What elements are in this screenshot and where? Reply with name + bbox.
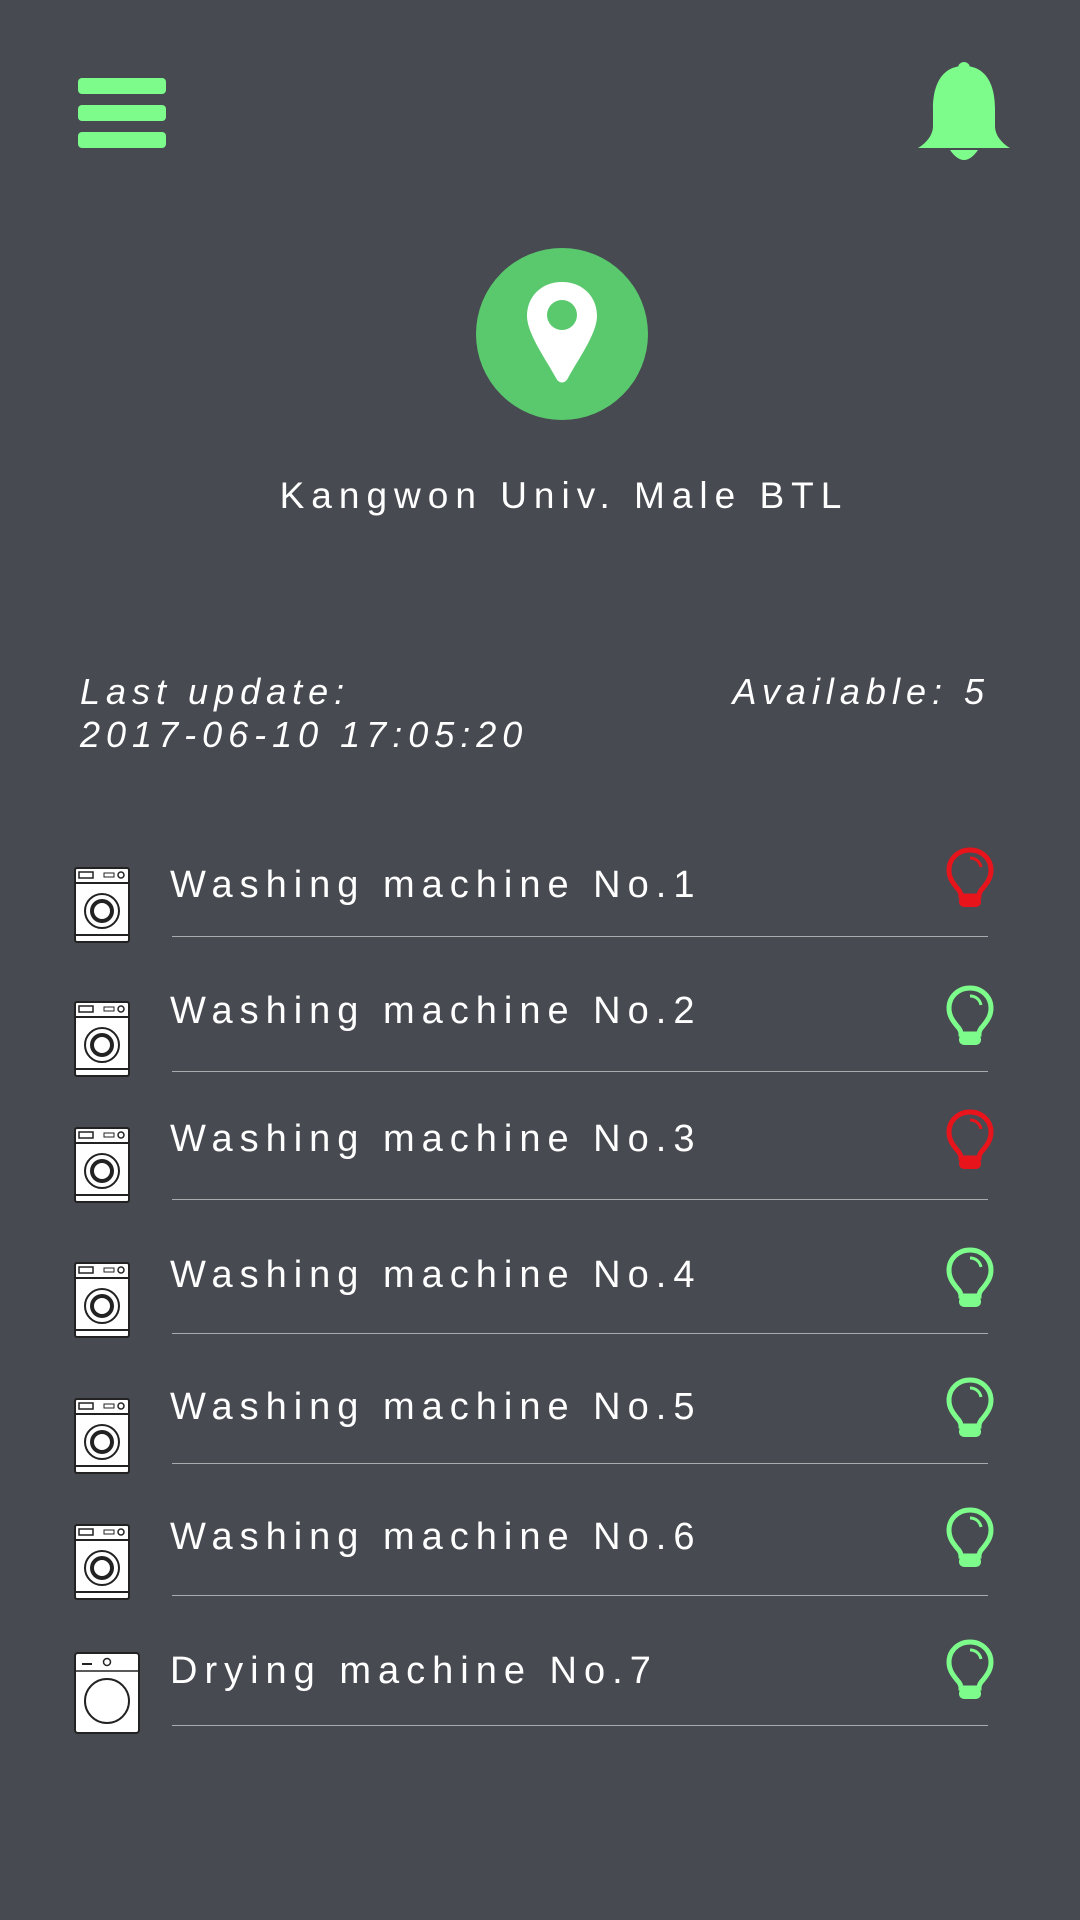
location-badge <box>476 248 648 420</box>
machine-label: Washing machine No.5 <box>170 1386 702 1428</box>
lightbulb-icon <box>946 847 994 907</box>
divider <box>172 1725 988 1726</box>
divider <box>172 1463 988 1464</box>
available-count: Available: 5 <box>732 671 990 712</box>
washing-machine-icon <box>74 1127 130 1203</box>
washing-machine-icon <box>74 1001 130 1077</box>
list-item[interactable]: Washing machine No.6 <box>0 1496 1080 1616</box>
washing-machine-icon <box>74 1524 130 1600</box>
location-name: Kangwon Univ. Male BTL <box>279 475 849 516</box>
menu-button[interactable] <box>78 78 166 150</box>
menu-bar <box>78 132 166 148</box>
washing-machine-icon <box>74 1262 130 1338</box>
machine-label: Washing machine No.2 <box>170 990 702 1032</box>
lightbulb-icon <box>946 1377 994 1437</box>
last-update: Last update: 2017-06-10 17:05:20 <box>80 670 528 756</box>
divider <box>172 936 988 937</box>
lightbulb-icon <box>946 985 994 1045</box>
map-pin-icon <box>527 282 597 383</box>
menu-bar <box>78 78 166 94</box>
lightbulb-icon <box>946 1109 994 1169</box>
list-item[interactable]: Washing machine No.2 <box>0 976 1080 1096</box>
last-update-label: Last update: <box>80 671 351 712</box>
list-item[interactable]: Drying machine No.7 <box>0 1628 1080 1748</box>
divider <box>172 1595 988 1596</box>
machine-label: Washing machine No.6 <box>170 1516 702 1558</box>
divider <box>172 1333 988 1334</box>
list-item[interactable]: Washing machine No.5 <box>0 1366 1080 1486</box>
washing-machine-icon <box>74 867 130 943</box>
washing-machine-icon <box>74 1398 130 1474</box>
dryer-icon <box>74 1652 140 1734</box>
lightbulb-icon <box>946 1507 994 1567</box>
divider <box>172 1199 988 1200</box>
bell-icon[interactable] <box>916 60 1012 164</box>
lightbulb-icon <box>946 1639 994 1699</box>
last-update-value: 2017-06-10 17:05:20 <box>80 714 529 755</box>
list-item[interactable]: Washing machine No.1 <box>0 840 1080 960</box>
lightbulb-icon <box>946 1247 994 1307</box>
machine-label: Washing machine No.1 <box>170 864 702 906</box>
divider <box>172 1071 988 1072</box>
machine-label: Washing machine No.3 <box>170 1118 702 1160</box>
list-item[interactable]: Washing machine No.3 <box>0 1104 1080 1224</box>
machine-label: Drying machine No.7 <box>170 1650 658 1692</box>
machine-label: Washing machine No.4 <box>170 1254 702 1296</box>
list-item[interactable]: Washing machine No.4 <box>0 1234 1080 1354</box>
menu-bar <box>78 105 166 121</box>
